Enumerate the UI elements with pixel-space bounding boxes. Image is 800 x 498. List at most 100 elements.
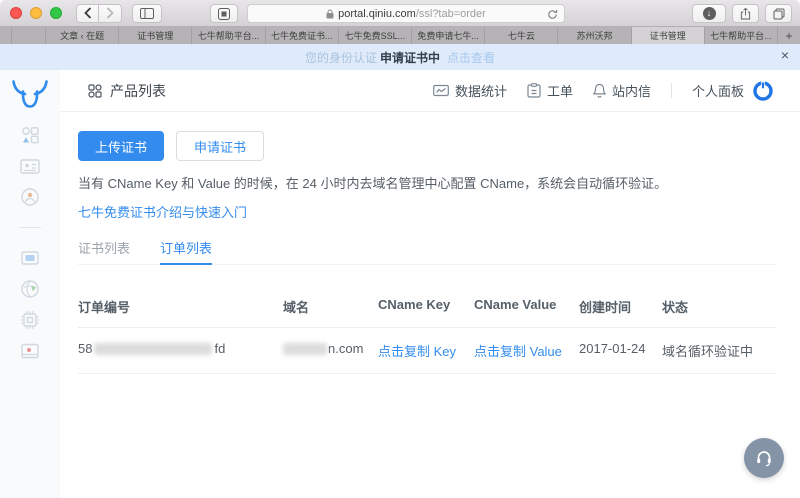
col-cname-key: CName Key [378, 297, 451, 312]
back-icon [83, 7, 92, 19]
col-domain: 域名 [283, 300, 310, 315]
share-button[interactable] [732, 4, 759, 23]
panel-power-icon [752, 80, 774, 102]
created-cell: 2017-01-24 [579, 341, 646, 356]
nav-label: 个人面板 [691, 84, 744, 99]
data-stats-icon [433, 84, 449, 98]
browser-tab[interactable] [12, 27, 46, 44]
browser-toolbar: portal.qiniu.com/ssl?tab=order ↓ [0, 0, 800, 27]
cname-key-cell: 点击复制 Key [378, 328, 474, 373]
browser-tab[interactable]: 七牛免费SSL... [339, 27, 413, 44]
qiniu-ox-logo[interactable] [12, 80, 48, 108]
forward-icon [106, 7, 114, 19]
sidebar-item-identity[interactable] [17, 153, 43, 179]
close-window-button[interactable] [10, 7, 22, 19]
table-header-row: 订单编号 域名 CName Key CName Value 创建时间 状态 [78, 289, 776, 328]
sidebar-item-products[interactable] [17, 122, 43, 148]
grid-icon [88, 83, 102, 98]
domain-cell: n.com [283, 328, 378, 373]
table-row: 58 fd n.com 点击复制 Key 点击复制 Value 2017-01-2… [78, 328, 776, 374]
nav-tickets[interactable]: 工单 [527, 81, 573, 100]
sidebar-item-storage[interactable] [17, 245, 43, 271]
lock-icon [326, 9, 334, 19]
browser-tab[interactable]: 七牛免费证书... [266, 27, 339, 44]
products-grid-icon [22, 127, 39, 144]
cdn-globe-icon [21, 280, 39, 298]
sidebar-divider [19, 227, 41, 228]
refresh-button[interactable] [547, 9, 558, 20]
banner-prefix: 您的身份认证 [304, 50, 377, 65]
col-order-id: 订单编号 [78, 300, 131, 315]
notification-banner: 您的身份认证 申请证书中 点击查看 × [0, 44, 800, 70]
copy-value-link[interactable]: 点击复制 Value [474, 344, 562, 359]
browser-tab[interactable]: 七牛帮助平台... [192, 27, 266, 44]
new-tab-button[interactable]: + [778, 27, 800, 44]
app-area: 产品列表 数据统计 工单 站内信 个人面板 上传证书 申请证书 当有 CName… [0, 70, 800, 498]
nav-messages[interactable]: 站内信 [592, 81, 651, 100]
col-cname-value: CName Value [474, 297, 557, 312]
col-created: 创建时间 [579, 300, 632, 315]
sidebar-toggle-icon [140, 7, 154, 19]
cname-value-cell: 点击复制 Value [474, 328, 579, 373]
user-badge-icon [21, 188, 39, 206]
compute-chip-icon [21, 311, 39, 329]
url-path: /ssl?tab=order [415, 7, 486, 20]
orders-table: 订单编号 域名 CName Key CName Value 创建时间 状态 58… [78, 289, 776, 374]
minimize-window-button[interactable] [30, 7, 42, 19]
nav-label: 数据统计 [454, 84, 507, 99]
redacted-order-id [94, 343, 213, 355]
media-player-icon [21, 343, 39, 359]
headset-icon [754, 448, 774, 468]
traffic-lights [10, 7, 62, 19]
left-sidebar [0, 70, 60, 498]
apply-cert-button[interactable]: 申请证书 [176, 131, 265, 161]
tabs-overview-button[interactable] [765, 4, 792, 23]
extension-icon [218, 7, 230, 20]
ticket-clipboard-icon [527, 83, 541, 98]
guide-link[interactable]: 七牛免费证书介绍与快速入门 [78, 205, 247, 220]
address-bar[interactable]: portal.qiniu.com/ssl?tab=order [247, 4, 565, 23]
sidebar-toggle-button[interactable] [132, 3, 162, 23]
share-icon [740, 7, 751, 20]
zoom-window-button[interactable] [50, 7, 62, 19]
id-card-icon [20, 159, 40, 174]
browser-tab[interactable] [0, 27, 12, 44]
browser-tab-active[interactable]: 证书管理 [631, 27, 705, 44]
copy-key-link[interactable]: 点击复制 Key [378, 344, 456, 359]
tab-order-list[interactable]: 订单列表 [160, 238, 213, 265]
downloads-button[interactable]: ↓ [692, 4, 726, 23]
sidebar-item-compute[interactable] [17, 307, 43, 333]
upload-cert-button[interactable]: 上传证书 [78, 131, 165, 161]
browser-tab[interactable]: 免费申请七牛... [412, 27, 486, 44]
nav-data-stats[interactable]: 数据统计 [433, 81, 507, 100]
nav-label: 站内信 [611, 84, 651, 99]
sidebar-item-certification[interactable] [17, 184, 43, 210]
banner-status: 申请证书中 [379, 50, 440, 65]
col-status: 状态 [662, 300, 689, 315]
status-cell: 域名循环验证中 [662, 344, 754, 359]
browser-tab[interactable]: 证书管理 [119, 27, 193, 44]
browser-tab[interactable]: 七牛云 [485, 27, 559, 44]
browser-tab[interactable]: 七牛帮助平台... [705, 27, 779, 44]
banner-link[interactable]: 点击查看 [447, 49, 495, 66]
extension-button[interactable] [210, 4, 238, 23]
url-host: portal.qiniu.com [338, 7, 416, 20]
banner-close-icon[interactable]: × [781, 48, 789, 62]
order-id-cell: 58 fd [78, 341, 226, 356]
storage-box-icon [21, 251, 39, 265]
support-button[interactable] [744, 438, 784, 478]
tab-cert-list[interactable]: 证书列表 [78, 238, 130, 264]
header-divider [670, 83, 672, 98]
browser-tab[interactable]: 文章 ‹ 在题 [46, 27, 120, 44]
downloads-icon: ↓ [702, 7, 716, 20]
main-panel: 产品列表 数据统计 工单 站内信 个人面板 上传证书 申请证书 当有 CName… [60, 70, 800, 498]
sidebar-item-cdn[interactable] [17, 276, 43, 302]
browser-tab-bar: 文章 ‹ 在题 证书管理 七牛帮助平台... 七牛免费证书... 七牛免费SSL… [0, 27, 800, 44]
browser-tab[interactable]: 苏州沃邦 [558, 27, 632, 44]
tabs-overview-icon [773, 8, 785, 20]
content-tabs: 证书列表 订单列表 [78, 238, 776, 265]
back-button[interactable] [76, 3, 99, 23]
forward-button[interactable] [99, 3, 122, 23]
nav-personal-panel[interactable]: 个人面板 [692, 80, 774, 102]
sidebar-item-media[interactable] [17, 338, 43, 364]
